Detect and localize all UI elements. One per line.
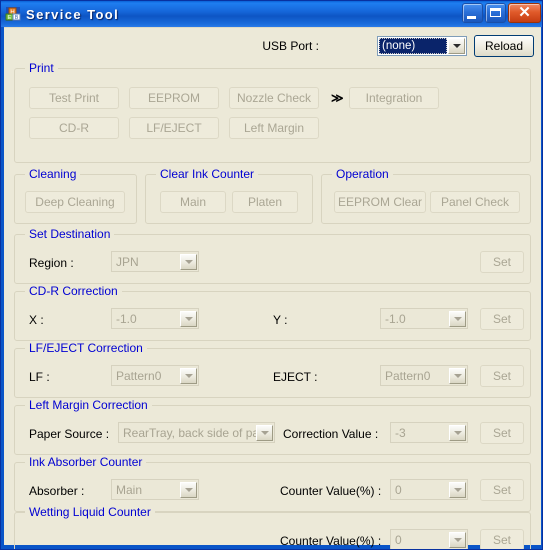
group-clear-ink-counter-label: Clear Ink Counter — [156, 167, 259, 181]
cdr-x-label: X : — [29, 313, 44, 327]
deep-cleaning-button[interactable]: Deep Cleaning — [25, 191, 125, 213]
group-lf-eject-correction-label: LF/EJECT Correction — [25, 341, 147, 355]
close-button[interactable]: ✕ — [508, 3, 541, 23]
lf-eject-correction-set-button[interactable]: Set — [480, 365, 524, 387]
window-title: Service Tool — [26, 6, 120, 22]
group-cleaning: Cleaning Deep Cleaning — [14, 167, 137, 224]
eject-select[interactable]: Pattern0 — [380, 365, 468, 386]
paper-source-label: Paper Source : — [29, 427, 110, 441]
chevron-down-icon[interactable] — [449, 481, 466, 498]
print-chain-separator: ≫ — [331, 91, 344, 105]
chevron-down-icon[interactable] — [449, 424, 466, 441]
group-cleaning-label: Cleaning — [25, 167, 81, 181]
chevron-down-icon[interactable] — [180, 253, 197, 270]
absorber-label: Absorber : — [29, 484, 85, 498]
panel-check-button[interactable]: Panel Check — [430, 191, 520, 213]
absorber-select[interactable]: Main — [111, 479, 199, 500]
paper-source-value: RearTray, back side of pap — [123, 425, 256, 440]
close-icon: ✕ — [518, 4, 531, 21]
test-print-button[interactable]: Test Print — [29, 87, 119, 109]
group-cdr-correction: CD-R Correction X : -1.0 Y : -1.0 Set — [14, 284, 531, 341]
group-left-margin-correction-label: Left Margin Correction — [25, 398, 152, 412]
usb-port-row: USB Port : (none) Reload — [4, 35, 541, 59]
chevron-down-icon[interactable] — [180, 481, 197, 498]
reload-button[interactable]: Reload — [474, 35, 534, 57]
chevron-down-icon[interactable] — [180, 367, 197, 384]
wetting-liquid-counter-set-button[interactable]: Set — [480, 529, 524, 549]
title-bar[interactable]: H E B Service Tool ✕ — [1, 1, 542, 27]
eeprom-clear-button[interactable]: EEPROM Clear — [334, 191, 426, 213]
cdr-y-select[interactable]: -1.0 — [380, 308, 468, 329]
group-cdr-correction-label: CD-R Correction — [25, 284, 122, 298]
maximize-icon — [490, 8, 501, 17]
absorber-value: Main — [116, 482, 143, 497]
set-destination-set-button[interactable]: Set — [480, 251, 524, 273]
usb-port-select[interactable]: (none) — [377, 36, 467, 56]
group-lf-eject-correction: LF/EJECT Correction LF : Pattern0 EJECT … — [14, 341, 531, 398]
cdr-x-value: -1.0 — [116, 311, 137, 326]
ink-absorber-counter-value-label: Counter Value(%) : — [280, 484, 382, 498]
nozzle-check-button[interactable]: Nozzle Check — [229, 87, 319, 109]
group-print: Print Test Print EEPROM Nozzle Check ≫ I… — [14, 61, 531, 163]
group-set-destination: Set Destination Region : JPN Set — [14, 227, 531, 284]
cdr-print-button[interactable]: CD-R — [29, 117, 119, 139]
correction-value-select[interactable]: -3 — [390, 422, 468, 443]
clear-ink-platen-button[interactable]: Platen — [232, 191, 298, 213]
cdr-correction-set-button[interactable]: Set — [480, 308, 524, 330]
wetting-counter-value-label: Counter Value(%) : — [280, 534, 382, 548]
chevron-down-icon[interactable] — [448, 38, 465, 54]
usb-port-label: USB Port : — [262, 39, 319, 53]
region-value: JPN — [116, 254, 139, 269]
lf-label: LF : — [29, 370, 50, 384]
correction-value: -3 — [395, 425, 406, 440]
group-wetting-liquid-counter-label: Wetting Liquid Counter — [25, 505, 155, 519]
group-left-margin-correction: Left Margin Correction Paper Source : Re… — [14, 398, 531, 455]
service-tool-window: H E B Service Tool ✕ USB Port : (none) R… — [0, 0, 543, 550]
toolbox-blocks-icon: H E B — [5, 6, 21, 22]
cdr-y-value: -1.0 — [385, 311, 406, 326]
wetting-counter-value: 0 — [395, 532, 402, 547]
lf-value: Pattern0 — [116, 368, 162, 383]
region-label: Region : — [29, 256, 74, 270]
chevron-down-icon[interactable] — [256, 424, 273, 441]
group-clear-ink-counter: Clear Ink Counter Main Platen — [145, 167, 313, 224]
cdr-y-label: Y : — [273, 313, 288, 327]
usb-port-value: (none) — [379, 38, 447, 54]
left-margin-print-button[interactable]: Left Margin — [229, 117, 319, 139]
lf-eject-print-button[interactable]: LF/EJECT — [129, 117, 219, 139]
chevron-down-icon[interactable] — [449, 531, 466, 548]
maximize-button[interactable] — [485, 3, 506, 23]
integration-button[interactable]: Integration — [349, 87, 439, 109]
left-margin-correction-set-button[interactable]: Set — [480, 422, 524, 444]
eeprom-button[interactable]: EEPROM — [129, 87, 219, 109]
eject-label: EJECT : — [273, 370, 318, 384]
ink-absorber-counter-set-button[interactable]: Set — [480, 479, 524, 501]
group-print-label: Print — [25, 61, 58, 75]
chevron-down-icon[interactable] — [449, 310, 466, 327]
chevron-down-icon[interactable] — [180, 310, 197, 327]
group-operation-label: Operation — [332, 167, 393, 181]
clear-ink-main-button[interactable]: Main — [160, 191, 226, 213]
minimize-icon — [467, 16, 476, 19]
chevron-down-icon[interactable] — [449, 367, 466, 384]
minimize-button[interactable] — [462, 3, 483, 23]
paper-source-select[interactable]: RearTray, back side of pap — [118, 422, 275, 443]
group-set-destination-label: Set Destination — [25, 227, 115, 241]
cdr-x-select[interactable]: -1.0 — [111, 308, 199, 329]
lf-select[interactable]: Pattern0 — [111, 365, 199, 386]
eject-value: Pattern0 — [385, 368, 431, 383]
region-select[interactable]: JPN — [111, 251, 199, 272]
correction-value-label: Correction Value : — [283, 427, 379, 441]
ink-absorber-counter-value-select[interactable]: 0 — [390, 479, 468, 500]
group-operation: Operation EEPROM Clear Panel Check — [321, 167, 531, 224]
group-wetting-liquid-counter: Wetting Liquid Counter Counter Value(%) … — [14, 505, 531, 549]
ink-absorber-counter-value: 0 — [395, 482, 402, 497]
window-controls: ✕ — [462, 3, 541, 23]
client-area: USB Port : (none) Reload Print Test Prin… — [4, 27, 541, 549]
group-ink-absorber-counter-label: Ink Absorber Counter — [25, 455, 147, 469]
wetting-counter-value-select[interactable]: 0 — [390, 529, 468, 549]
